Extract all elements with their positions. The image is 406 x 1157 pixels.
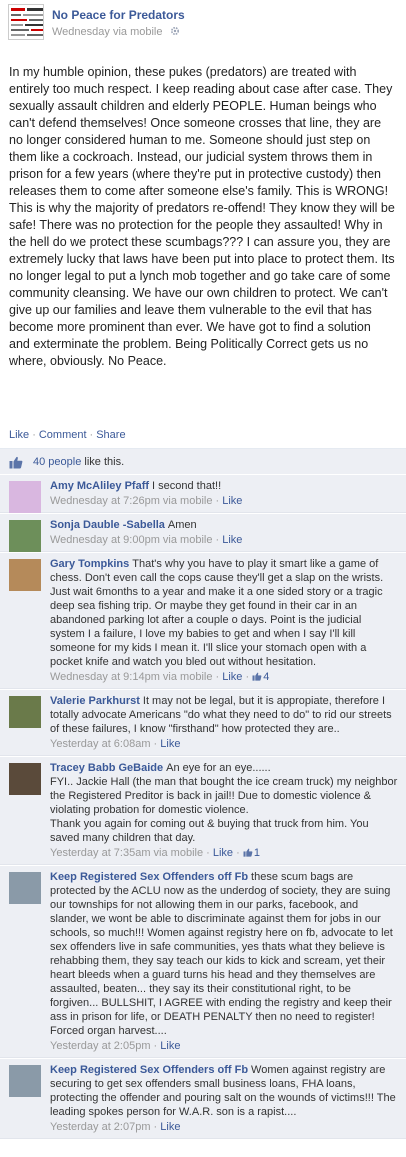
commenter-name-link[interactable]: Sonja Dauble -Sabella	[50, 519, 165, 531]
post-body-text: In my humble opinion, these pukes (preda…	[9, 65, 395, 368]
comment-like-link[interactable]: Like	[222, 671, 242, 683]
separator-dot: ·	[32, 429, 36, 441]
comment-like-link[interactable]: Like	[160, 738, 180, 750]
comment-text: Keep Registered Sex Offenders off Fb thes…	[50, 870, 398, 1038]
commenter-avatar[interactable]	[9, 520, 41, 552]
like-count-number: 1	[253, 847, 260, 859]
comment-text: Keep Registered Sex Offenders off Fb Wome…	[50, 1063, 398, 1119]
separator-dot: ·	[150, 738, 161, 750]
comment-link[interactable]: Comment	[39, 429, 87, 441]
gear-icon[interactable]	[170, 26, 180, 36]
page-name-link[interactable]: No Peace for Predators	[52, 8, 185, 22]
comment-text: Sonja Dauble -Sabella Amen	[50, 518, 398, 532]
commenter-name-link[interactable]: Gary Tompkins	[50, 558, 129, 570]
separator-dot: ·	[212, 671, 223, 683]
comment-item: Keep Registered Sex Offenders off Fb thes…	[0, 865, 406, 1058]
comment-meta: Yesterday at 6:08am · Like	[50, 737, 398, 751]
post-meta: Wednesday via mobile	[52, 26, 180, 38]
page-avatar[interactable]	[8, 4, 44, 40]
comment-body: these scum bags are protected by the ACL…	[50, 871, 393, 1037]
comment-timestamp[interactable]: Yesterday at 2:05pm	[50, 1040, 151, 1052]
comment-timestamp[interactable]: Wednesday at 9:14pm via mobile	[50, 671, 212, 683]
comment-meta: Yesterday at 2:07pm · Like	[50, 1120, 398, 1134]
comment-like-link[interactable]: Like	[222, 495, 242, 507]
post-header: No Peace for Predators Wednesday via mob…	[0, 0, 406, 56]
comment-item: Keep Registered Sex Offenders off Fb Wome…	[0, 1058, 406, 1139]
comment-item: Gary Tompkins That's why you have to play…	[0, 552, 406, 689]
comment-item: Sonja Dauble -Sabella Amen Wednesday at 9:…	[0, 513, 406, 552]
comment-item: Tracey Babb GeBaide An eye for an eye....…	[0, 756, 406, 865]
comment-text: Amy McAliley Pfaff I second that!!	[50, 479, 398, 493]
comment-like-link[interactable]: Like	[160, 1040, 180, 1052]
comment-text: Tracey Babb GeBaide An eye for an eye....…	[50, 761, 398, 845]
comment-meta: Wednesday at 9:14pm via mobile · Like · …	[50, 670, 398, 684]
separator-dot: ·	[233, 847, 243, 859]
post-timestamp[interactable]: Wednesday via mobile	[52, 26, 162, 38]
commenter-avatar[interactable]	[9, 763, 41, 795]
comment-timestamp[interactable]: Yesterday at 7:35am via mobile	[50, 847, 203, 859]
comment-text: Gary Tompkins That's why you have to play…	[50, 557, 398, 669]
commenter-avatar[interactable]	[9, 559, 41, 591]
commenter-name-link[interactable]: Keep Registered Sex Offenders off Fb	[50, 1064, 248, 1076]
commenter-avatar[interactable]	[9, 481, 41, 513]
comment-like-link[interactable]: Like	[222, 534, 242, 546]
comment-item: Amy McAliley Pfaff I second that!! Wednesd…	[0, 474, 406, 513]
post-actions: Like · Comment · Share	[9, 429, 126, 441]
comment-meta: Yesterday at 7:35am via mobile · Like · …	[50, 846, 398, 860]
like-link[interactable]: Like	[9, 429, 29, 441]
separator-dot: ·	[212, 495, 223, 507]
commenter-name-link[interactable]: Amy McAliley Pfaff	[50, 480, 149, 492]
comment-timestamp[interactable]: Yesterday at 6:08am	[50, 738, 151, 750]
separator-dot: ·	[203, 847, 213, 859]
comment-body: Thank you again for coming out & buying …	[50, 818, 369, 844]
likes-text: 40 people like this.	[33, 456, 124, 468]
comments-list: Amy McAliley Pfaff I second that!! Wednesd…	[0, 474, 406, 1139]
thumbs-up-icon	[243, 848, 253, 857]
comment-timestamp[interactable]: Wednesday at 7:26pm via mobile	[50, 495, 212, 507]
thumbs-up-icon	[9, 456, 23, 469]
likes-summary: 40 people like this.	[0, 448, 406, 474]
thumbs-up-icon	[252, 672, 262, 681]
share-link[interactable]: Share	[96, 429, 125, 441]
comment-like-count[interactable]: 4	[252, 671, 269, 683]
separator-dot: ·	[242, 671, 253, 683]
comment-body: FYI.. Jackie Hall (the man that bought t…	[50, 776, 398, 816]
separator-dot: ·	[89, 429, 94, 441]
commenter-avatar[interactable]	[9, 1065, 41, 1097]
comment-meta: Wednesday at 9:00pm via mobile · Like	[50, 533, 398, 547]
comment-like-count[interactable]: 1	[243, 847, 260, 859]
comment-timestamp[interactable]: Yesterday at 2:07pm	[50, 1121, 151, 1133]
comment-body: An eye for an eye......	[166, 762, 271, 774]
separator-dot: ·	[150, 1121, 161, 1133]
commenter-avatar[interactable]	[9, 696, 41, 728]
comment-meta: Wednesday at 7:26pm via mobile · Like	[50, 494, 398, 508]
separator-dot: ·	[212, 534, 223, 546]
commenter-name-link[interactable]: Valerie Parkhurst	[50, 695, 140, 707]
commenter-avatar[interactable]	[9, 872, 41, 904]
likes-count-link[interactable]: 40 people	[33, 456, 81, 468]
likes-suffix: like this.	[84, 456, 125, 468]
comment-body: Amen	[167, 519, 197, 531]
comment-body: That's why you have to play it smart lik…	[50, 558, 384, 668]
commenter-name-link[interactable]: Tracey Babb GeBaide	[50, 762, 163, 774]
comment-timestamp[interactable]: Wednesday at 9:00pm via mobile	[50, 534, 212, 546]
like-count-number: 4	[263, 671, 270, 683]
comment-body: I second that!!	[152, 480, 222, 492]
comment-text: Valerie Parkhurst It may not be legal, bu…	[50, 694, 398, 736]
commenter-name-link[interactable]: Keep Registered Sex Offenders off Fb	[50, 871, 248, 883]
comment-meta: Yesterday at 2:05pm · Like	[50, 1039, 398, 1053]
comment-like-link[interactable]: Like	[213, 847, 233, 859]
comment-like-link[interactable]: Like	[160, 1121, 180, 1133]
separator-dot: ·	[150, 1040, 161, 1052]
comment-item: Valerie Parkhurst It may not be legal, bu…	[0, 689, 406, 756]
